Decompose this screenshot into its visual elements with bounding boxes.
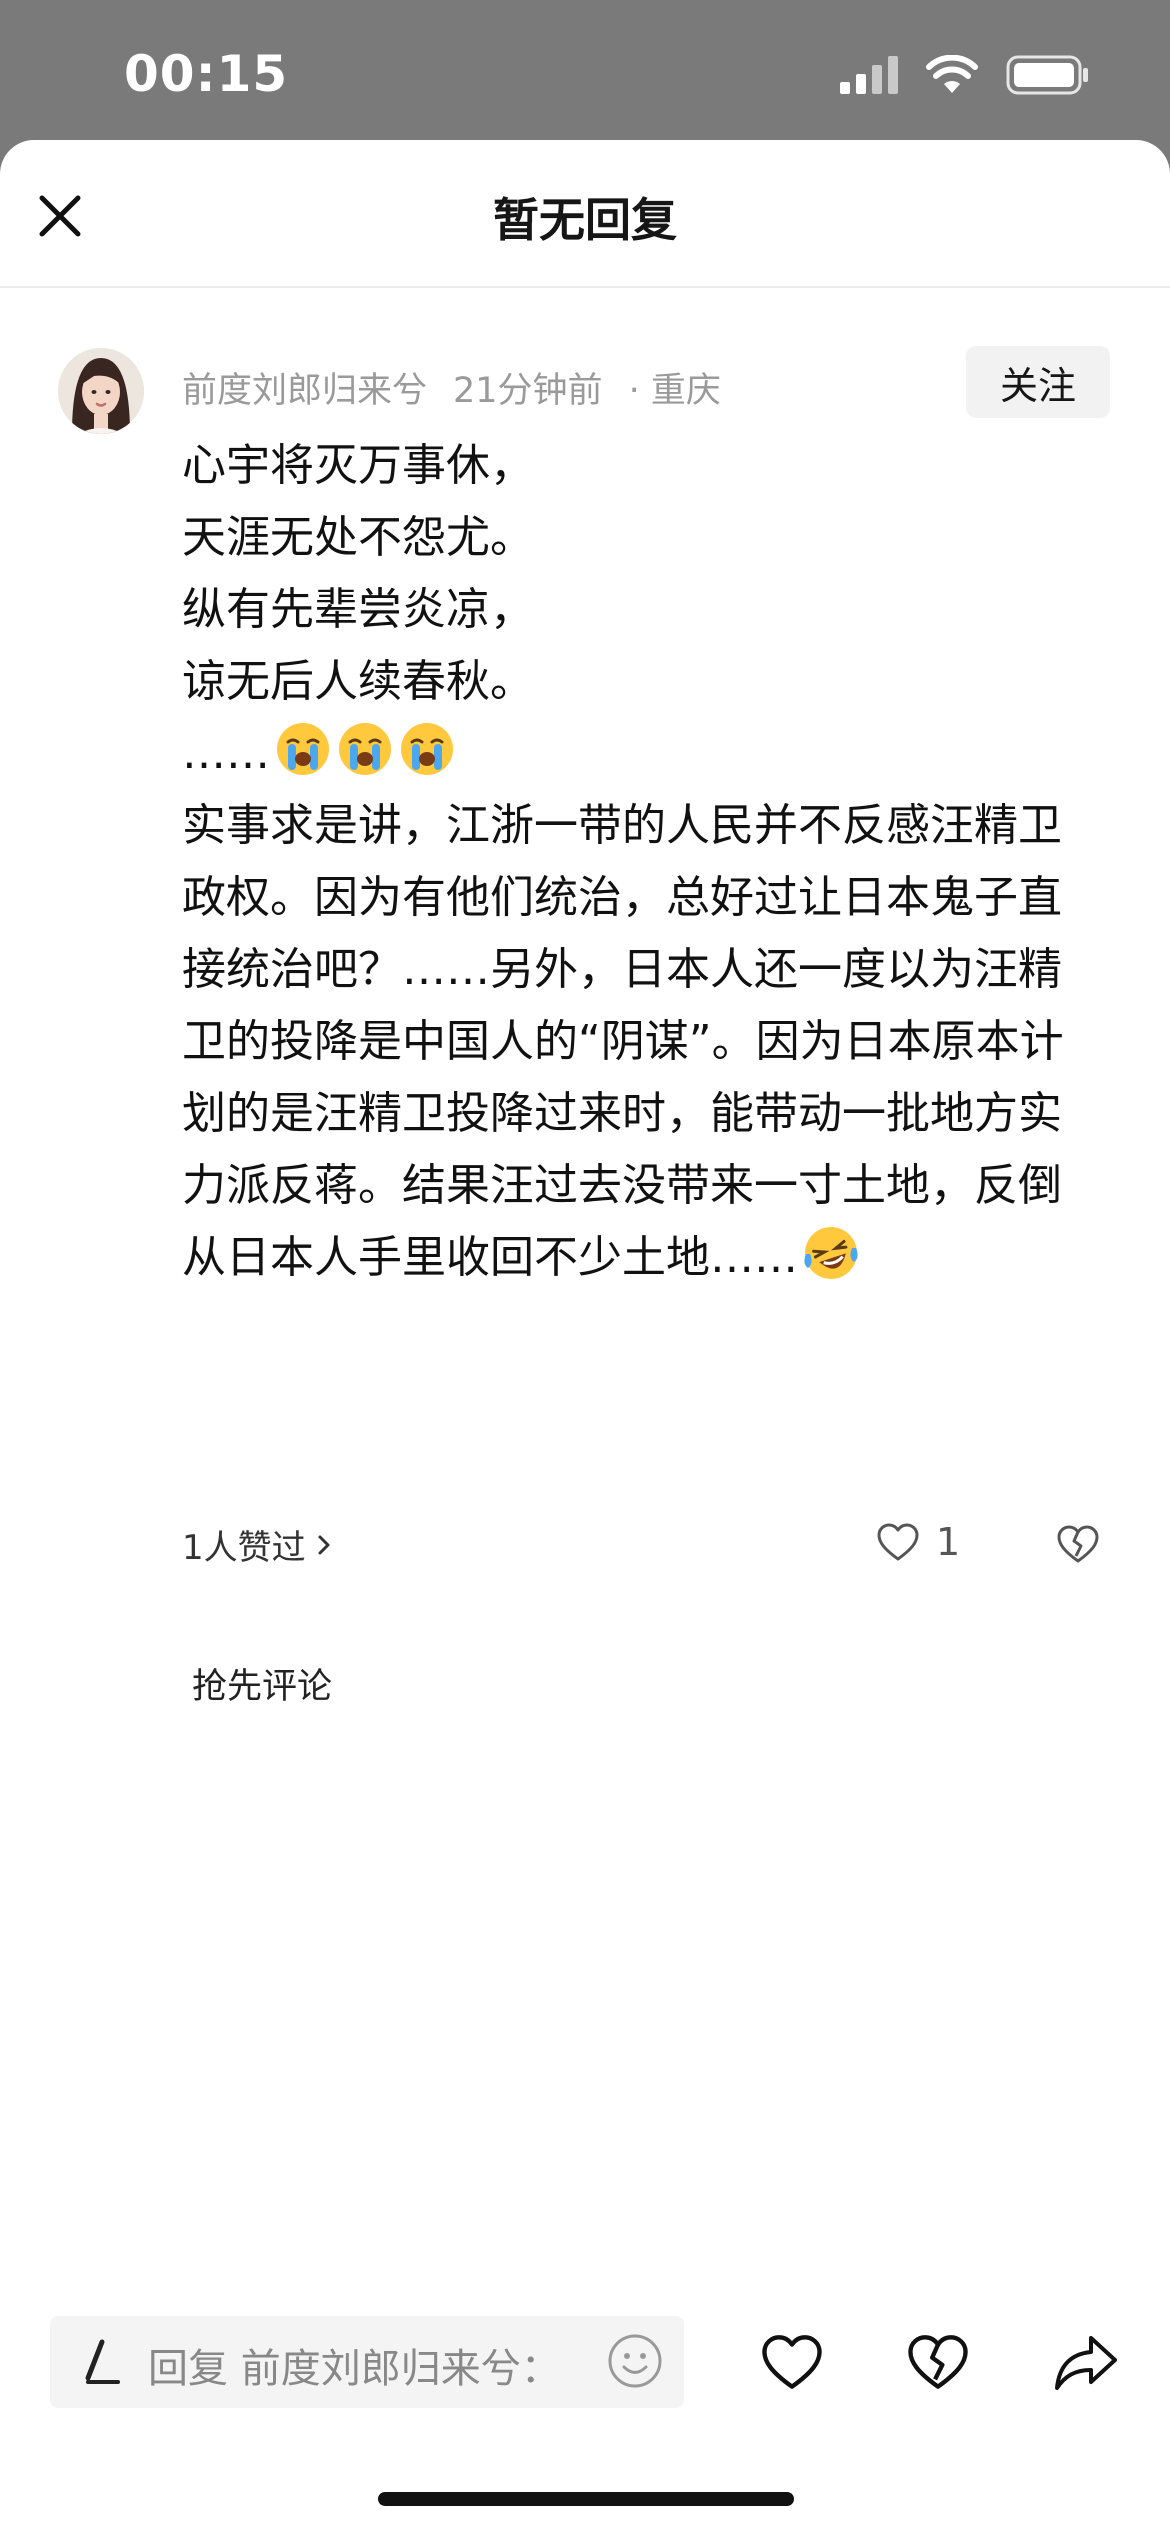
pen-icon <box>85 2339 120 2384</box>
comment-paragraph-text: 实事求是讲，江浙一带的人民并不反感汪精卫政权。因为有他们统治，总好过让日本鬼子直… <box>182 800 1064 1283</box>
status-time: 00:15 <box>124 45 289 103</box>
crying-face-emoji <box>339 723 391 775</box>
likers-label: 1人赞过 <box>182 1528 306 1568</box>
comment-line: 心宇将灭万事休， <box>182 440 534 491</box>
comment-location: · 重庆 <box>628 371 721 411</box>
dislike-button[interactable] <box>1056 1524 1100 1568</box>
chevron-right-icon <box>318 1535 330 1554</box>
author-name[interactable]: 前度刘郎归来兮 <box>182 371 427 411</box>
crying-face-emoji <box>277 723 329 775</box>
wifi-icon <box>926 55 978 93</box>
likers-link[interactable]: 1人赞过 <box>182 1520 332 1569</box>
reply-input[interactable]: 回复 前度刘郎归来兮： <box>50 2316 684 2408</box>
share-button[interactable] <box>1050 2326 1122 2398</box>
bottom-like-button[interactable] <box>756 2326 828 2398</box>
comment-meta: 前度刘郎归来兮 21分钟前 · 重庆 <box>182 362 721 413</box>
follow-button[interactable]: 关注 <box>966 346 1110 418</box>
comment-paragraph: 实事求是讲，江浙一带的人民并不反感汪精卫政权。因为有他们统治，总好过让日本鬼子直… <box>182 790 1102 1294</box>
comment-line-ellipsis: …… <box>182 718 1102 790</box>
bottom-dislike-button[interactable] <box>902 2326 974 2398</box>
sheet-header: 暂无回复 <box>0 140 1170 288</box>
home-indicator <box>378 2492 794 2506</box>
comment-body: 心宇将灭万事休， 天涯无处不怨尤。 纵有先辈尝炎凉， 谅无后人续春秋。 …… 实… <box>182 430 1102 1294</box>
first-comment-prompt[interactable]: 抢先评论 <box>192 1658 332 1709</box>
comment-line: 天涯无处不怨尤。 <box>182 512 534 563</box>
battery-icon <box>1006 55 1088 95</box>
ellipsis-text: …… <box>182 728 270 779</box>
smiley-icon[interactable] <box>606 2332 664 2390</box>
signal-icon <box>840 56 898 94</box>
status-icons <box>840 50 1090 100</box>
crying-face-emoji <box>401 723 453 775</box>
laughing-crying-emoji <box>804 1227 858 1279</box>
status-bar: 00:15 <box>0 0 1170 140</box>
comment-time: 21分钟前 <box>453 371 603 411</box>
share-arrow-icon <box>1055 2336 1117 2390</box>
heart-icon <box>762 2335 822 2389</box>
reply-placeholder: 回复 前度刘郎归来兮： <box>148 2346 561 2392</box>
comment-line: 纵有先辈尝炎凉， <box>182 584 534 635</box>
avatar-portrait-icon <box>58 348 144 434</box>
sheet-title: 暂无回复 <box>493 193 677 247</box>
broken-heart-icon <box>1057 1525 1099 1563</box>
avatar[interactable] <box>58 348 144 434</box>
like-count: 1 <box>936 1520 961 1564</box>
like-button[interactable]: 1 <box>876 1520 960 1564</box>
heart-icon <box>877 1523 919 1561</box>
comment-line: 谅无后人续春秋。 <box>182 656 534 707</box>
reply-sheet: 暂无回复 前度刘郎归来兮 21分钟前 · 重庆 关注 心宇将灭万事休， 天涯无处不怨… <box>0 140 1170 2532</box>
broken-heart-icon <box>908 2335 968 2389</box>
